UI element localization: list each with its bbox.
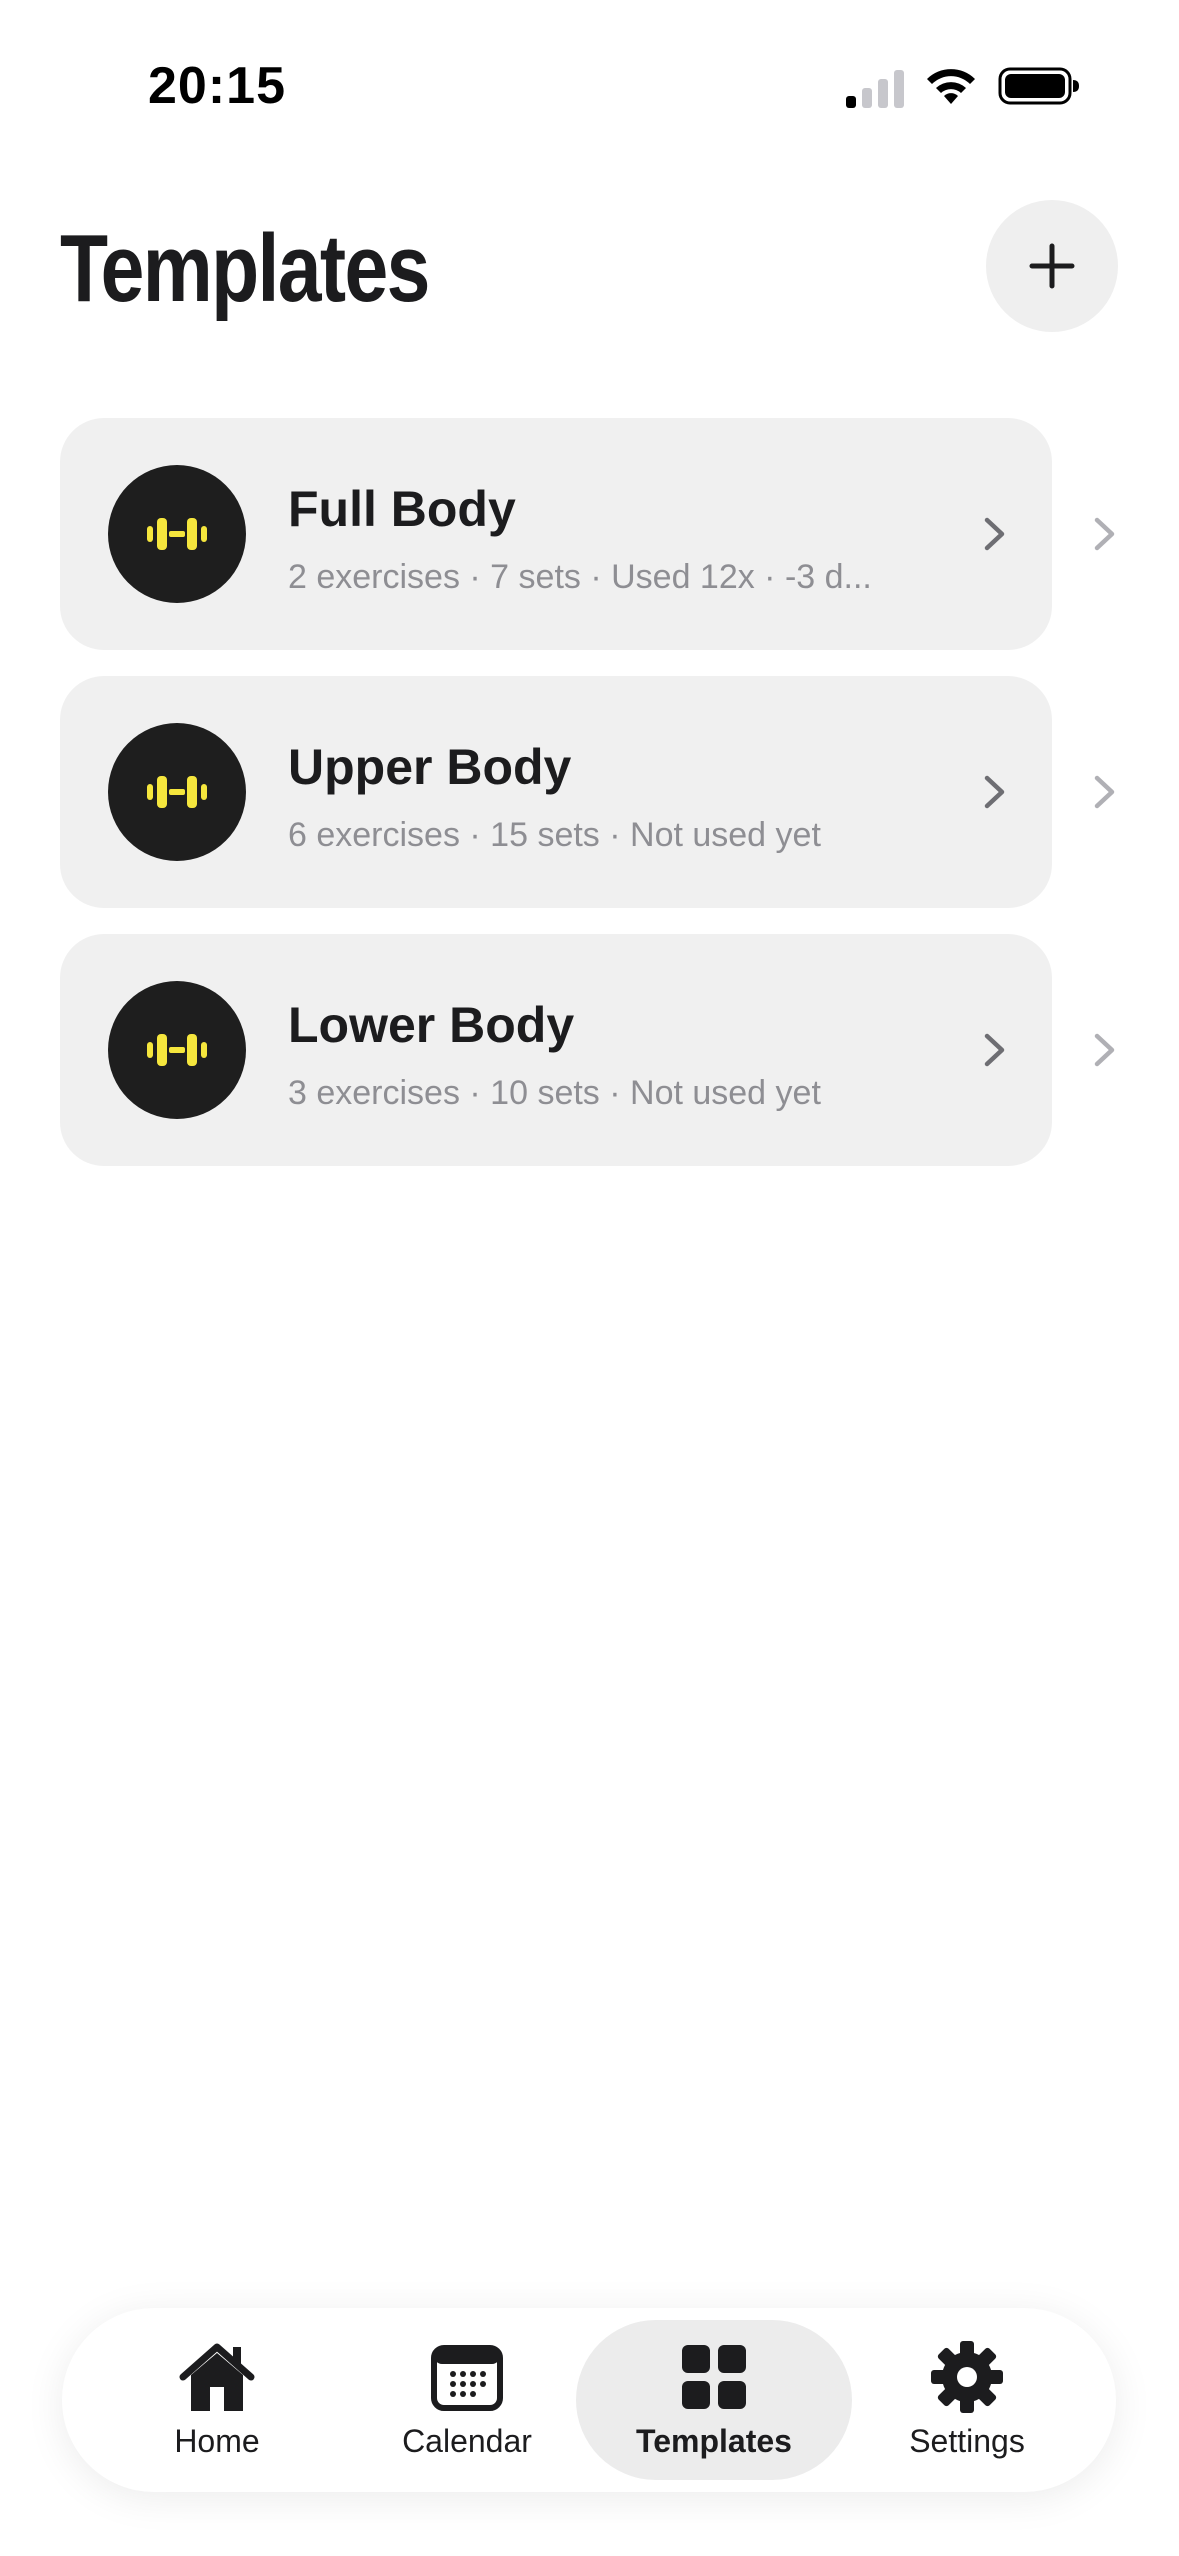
- home-icon: [179, 2343, 255, 2411]
- template-card-full-body[interactable]: Full Body 2 exercises · 7 sets · Used 12…: [60, 418, 1052, 650]
- add-template-button[interactable]: [986, 200, 1118, 332]
- template-card-lower-body[interactable]: Lower Body 3 exercises · 10 sets · Not u…: [60, 934, 1052, 1166]
- status-time: 20:15: [148, 57, 286, 115]
- cellular-signal-icon: [846, 70, 904, 108]
- template-row: Upper Body 6 exercises · 15 sets · Not u…: [60, 676, 1160, 908]
- tab-bar: Home Calendar Templates Settings: [62, 2308, 1116, 2492]
- tab-settings[interactable]: Settings: [842, 2320, 1092, 2480]
- chevron-right-icon: [984, 1033, 1005, 1067]
- template-icon-circle: [108, 723, 246, 861]
- chevron-right-icon[interactable]: [1084, 772, 1124, 812]
- template-card-upper-body[interactable]: Upper Body 6 exercises · 15 sets · Not u…: [60, 676, 1052, 908]
- page-title: Templates: [60, 215, 430, 322]
- template-name: Upper Body: [288, 739, 572, 795]
- template-meta: 6 exercises · 15 sets · Not used yet: [288, 816, 821, 854]
- tab-templates[interactable]: Templates: [576, 2320, 852, 2480]
- gear-icon: [931, 2340, 1003, 2413]
- template-name: Full Body: [288, 481, 516, 537]
- chevron-right-icon[interactable]: [1084, 514, 1124, 554]
- template-meta: 3 exercises · 10 sets · Not used yet: [288, 1074, 821, 1112]
- calendar-icon: [431, 2344, 503, 2411]
- template-row: Full Body 2 exercises · 7 sets · Used 12…: [60, 418, 1160, 650]
- wifi-icon: [927, 69, 975, 104]
- grid-icon: [682, 2344, 746, 2409]
- template-list: Full Body 2 exercises · 7 sets · Used 12…: [60, 418, 1160, 1192]
- battery-icon: [998, 67, 1079, 105]
- plus-icon: [1029, 243, 1075, 289]
- tab-label: Settings: [909, 2422, 1025, 2459]
- chevron-right-icon: [984, 517, 1005, 551]
- dumbbell-icon: [147, 518, 207, 550]
- tab-home[interactable]: Home: [92, 2320, 342, 2480]
- template-icon-circle: [108, 981, 246, 1119]
- dumbbell-icon: [147, 1034, 207, 1066]
- template-meta: 2 exercises · 7 sets · Used 12x · -3 d..…: [288, 558, 872, 596]
- chevron-right-icon[interactable]: [1084, 1030, 1124, 1070]
- template-row: Lower Body 3 exercises · 10 sets · Not u…: [60, 934, 1160, 1166]
- tab-label: Templates: [636, 2422, 792, 2459]
- chevron-right-icon: [984, 775, 1005, 809]
- tab-calendar[interactable]: Calendar: [342, 2320, 592, 2480]
- template-icon-circle: [108, 465, 246, 603]
- tab-label: Home: [174, 2422, 260, 2459]
- dumbbell-icon: [147, 776, 207, 808]
- tab-label: Calendar: [402, 2422, 532, 2459]
- template-name: Lower Body: [288, 997, 575, 1053]
- status-bar: 20:15: [0, 0, 1179, 170]
